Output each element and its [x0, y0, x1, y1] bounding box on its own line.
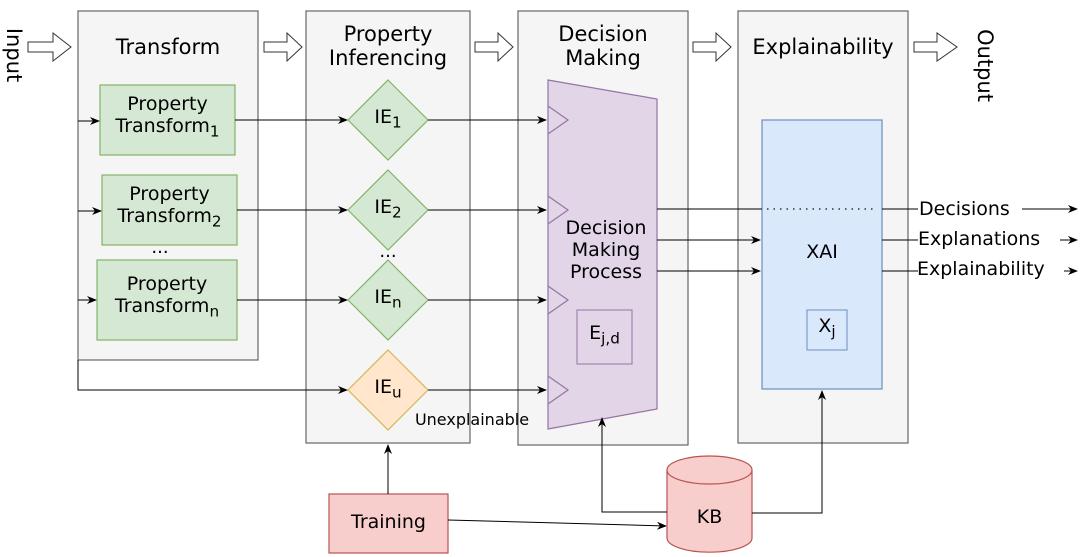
label-text: IE	[374, 106, 392, 128]
training-label: Training	[351, 511, 426, 533]
output-label: Output	[973, 29, 998, 103]
input-arrow-icon	[27, 31, 72, 63]
label-text: IE	[374, 286, 392, 308]
property-transform-1-label: Property Transform1	[100, 93, 235, 141]
ie-ellipsis: ...	[379, 241, 397, 262]
label-line: Property	[126, 273, 208, 295]
label-line: Transform1	[100, 114, 235, 141]
transform-title: Transform	[115, 35, 221, 59]
subscript: n	[209, 302, 220, 321]
ie-u-label: IEu	[348, 376, 428, 402]
subscript: 2	[391, 203, 402, 222]
stage-arrow-icon	[692, 31, 732, 63]
subscript: u	[391, 383, 402, 402]
label-line: Making	[571, 238, 641, 261]
title-line: Making	[565, 46, 641, 71]
label-line: Decision	[565, 217, 647, 239]
label-text: Transform	[114, 294, 210, 317]
e-jd-label: Ej,d	[577, 322, 632, 348]
ie-1-label: IE1	[348, 106, 428, 132]
output-explainability: Explainability	[917, 258, 1045, 280]
stage-arrow-icon	[474, 31, 514, 63]
label-text: X	[818, 315, 832, 337]
ie-2-label: IE2	[348, 196, 428, 222]
unexplainable-label: Unexplainable	[414, 410, 530, 429]
subscript: 1	[209, 122, 220, 141]
property-transform-2-label: Property Transform2	[102, 183, 237, 231]
explainability-title: Explainability	[752, 35, 894, 59]
ie-n-label: IEn	[348, 286, 428, 312]
label-line: Transformn	[97, 294, 237, 321]
x-j-label: Xj	[807, 315, 847, 341]
output-explanations: Explanations	[918, 228, 1041, 250]
decision-making-process-label: Decision Making Process	[550, 217, 662, 284]
title-line: Inferencing	[328, 46, 448, 71]
title-line: Decision	[558, 22, 648, 46]
output-arrow-icon	[913, 32, 958, 62]
subscript: j	[831, 322, 836, 341]
label-line: Transform2	[102, 204, 237, 231]
label-text: Transform	[115, 114, 210, 137]
output-decisions: Decisions	[919, 198, 1010, 220]
kb-label: KB	[696, 506, 723, 528]
subscript: n	[391, 293, 402, 312]
kb-database-icon[interactable]	[666, 455, 753, 553]
decision-making-title: Decision Making	[518, 22, 688, 70]
subscript: 2	[211, 212, 222, 231]
label-text: E	[589, 322, 602, 344]
transform-ellipsis: ...	[151, 237, 169, 258]
property-inferencing-title: Property Inferencing	[306, 22, 470, 70]
label-line: Property	[129, 183, 210, 205]
property-transform-n-label: Property Transformn	[97, 273, 237, 321]
input-label: Input	[2, 27, 27, 83]
stage-arrow-icon	[263, 31, 303, 63]
label-line: Process	[569, 260, 643, 283]
label-text: IE	[374, 196, 392, 218]
subscript: 1	[391, 113, 402, 132]
label-line: Property	[127, 93, 208, 115]
title-line: Property	[343, 22, 433, 46]
subscript: j,d	[601, 329, 620, 348]
xai-label: XAI	[806, 241, 838, 263]
label-text: IE	[374, 376, 392, 398]
label-text: Transform	[117, 204, 212, 227]
